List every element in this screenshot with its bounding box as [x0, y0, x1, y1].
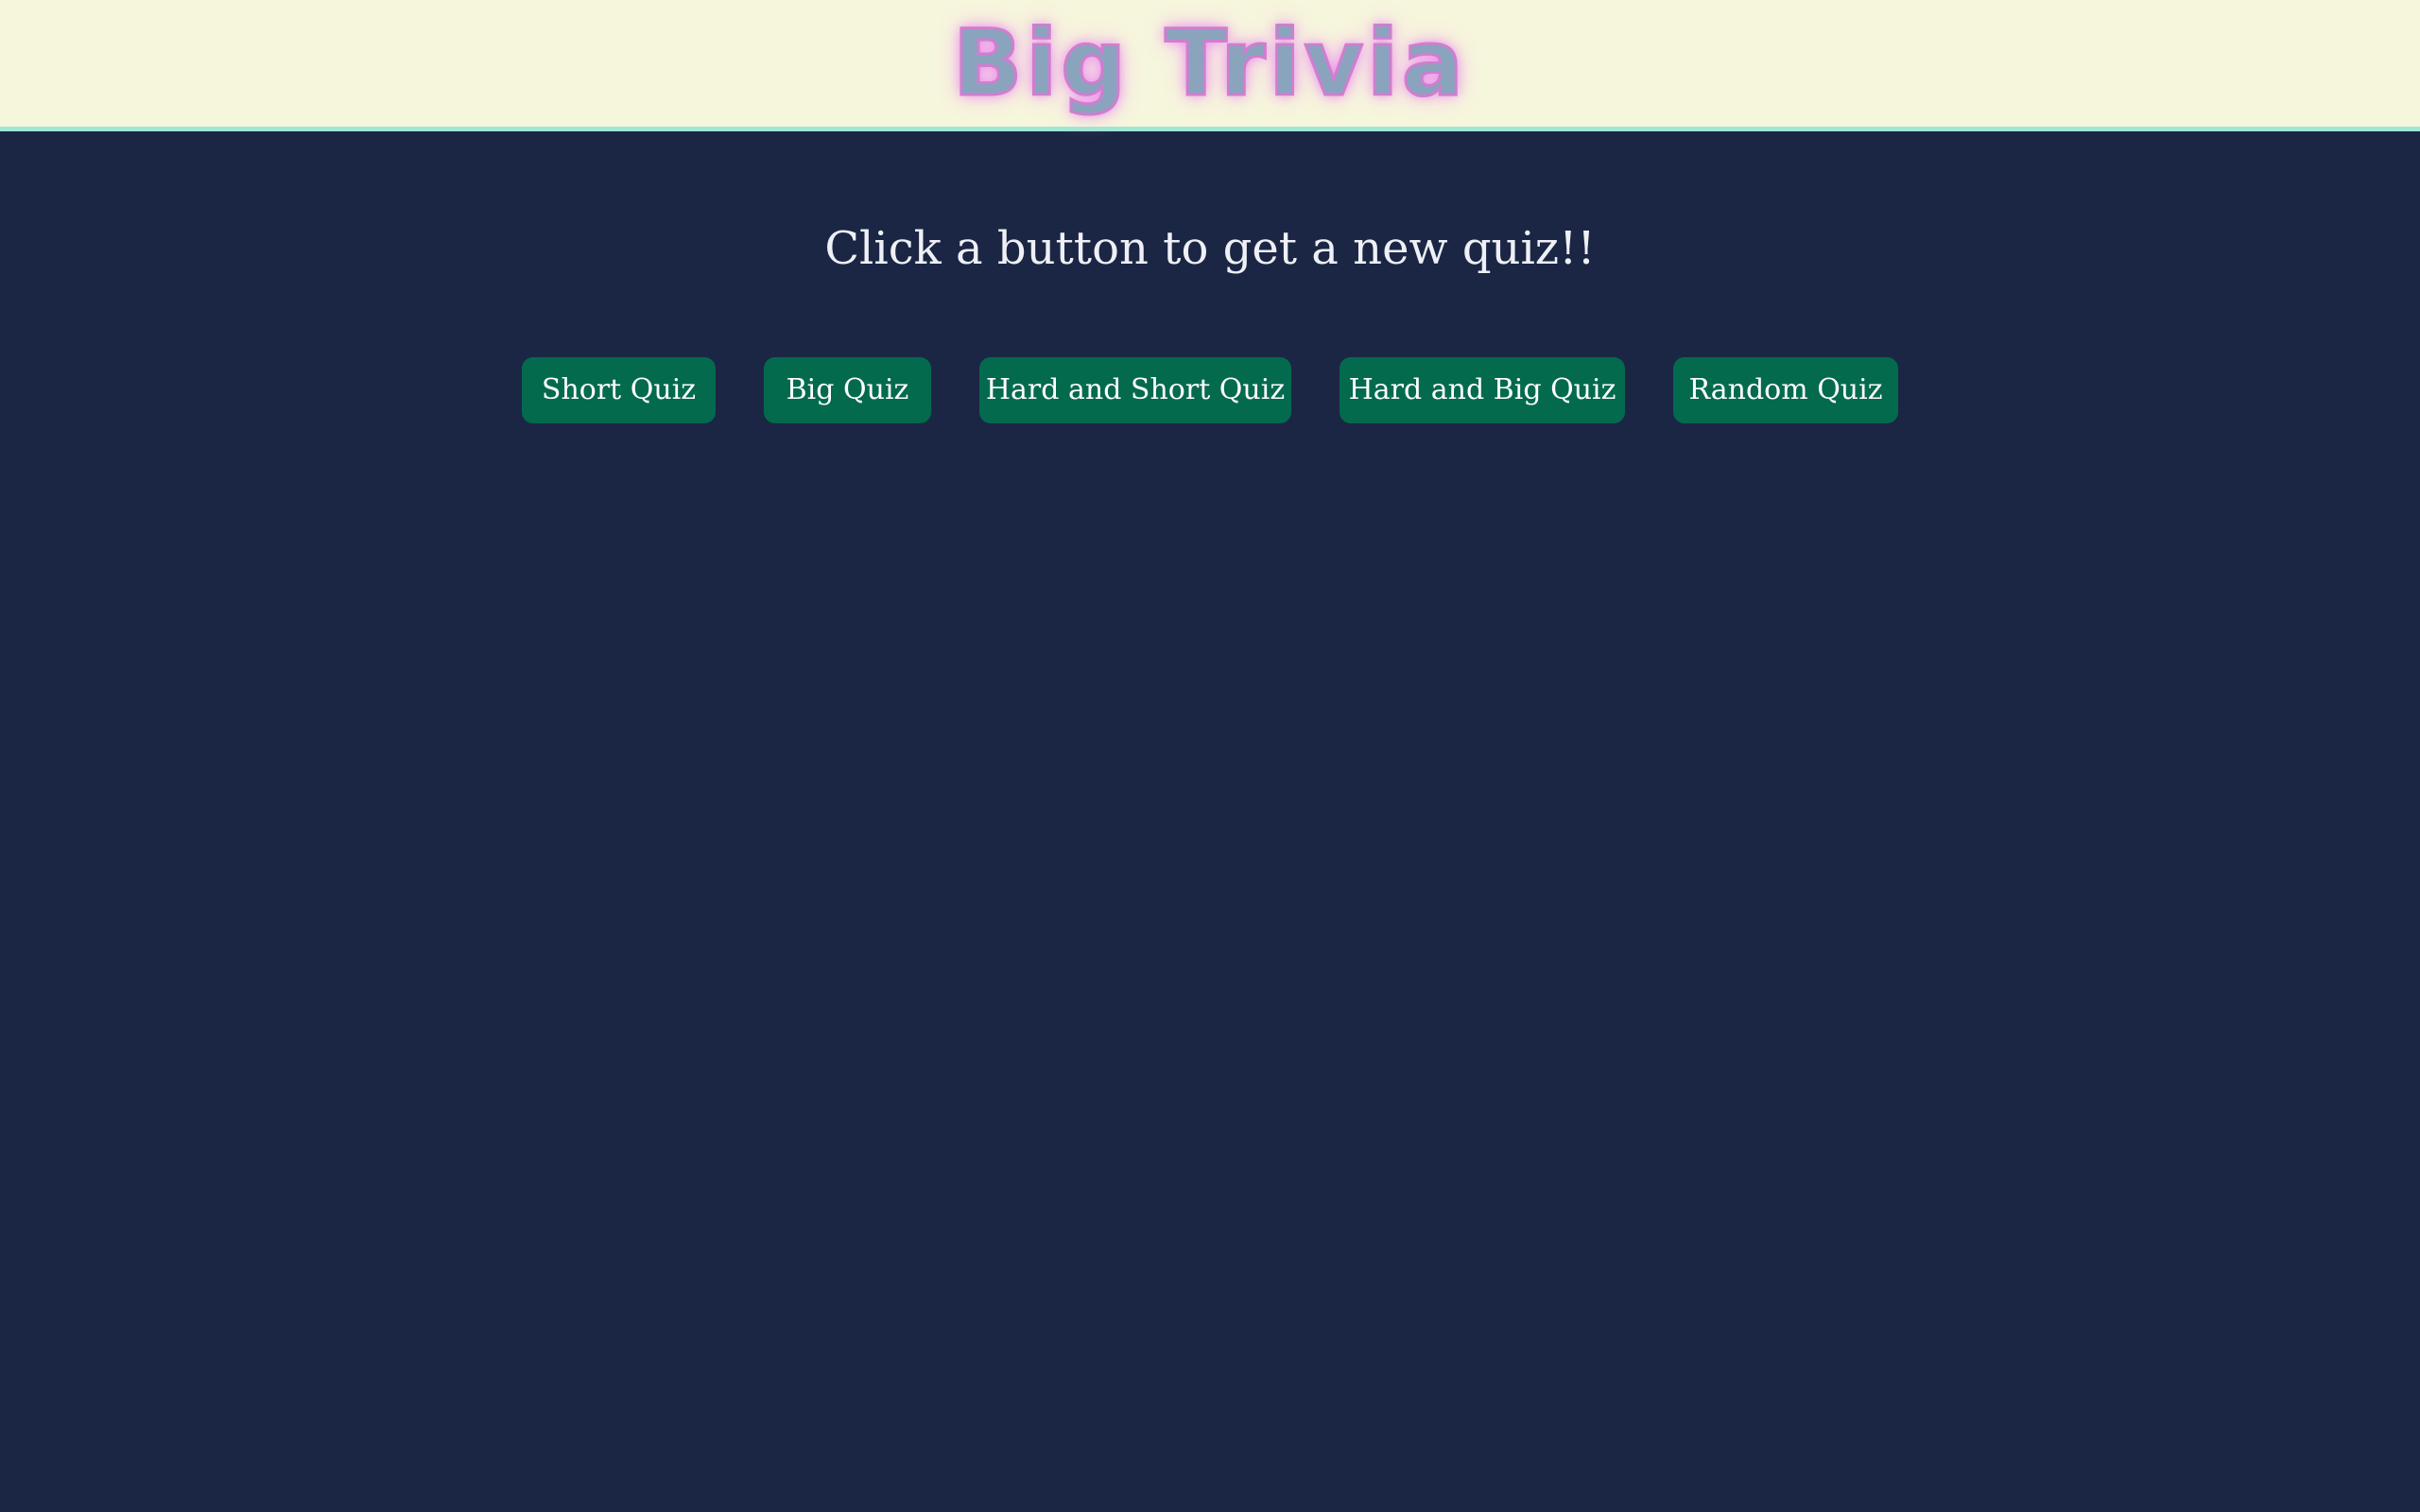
quiz-prompt: Click a button to get a new quiz!!: [824, 222, 1596, 275]
random-quiz-button[interactable]: Random Quiz: [1673, 357, 1898, 423]
big-quiz-button[interactable]: Big Quiz: [764, 357, 931, 423]
short-quiz-button[interactable]: Short Quiz: [522, 357, 716, 423]
hard-short-quiz-button[interactable]: Hard and Short Quiz: [979, 357, 1291, 423]
hard-big-quiz-button[interactable]: Hard and Big Quiz: [1340, 357, 1625, 423]
main-content: Click a button to get a new quiz!! Short…: [0, 131, 2420, 1512]
site-title: Big Trivia: [952, 9, 1467, 118]
site-header: Big Trivia: [0, 0, 2420, 131]
